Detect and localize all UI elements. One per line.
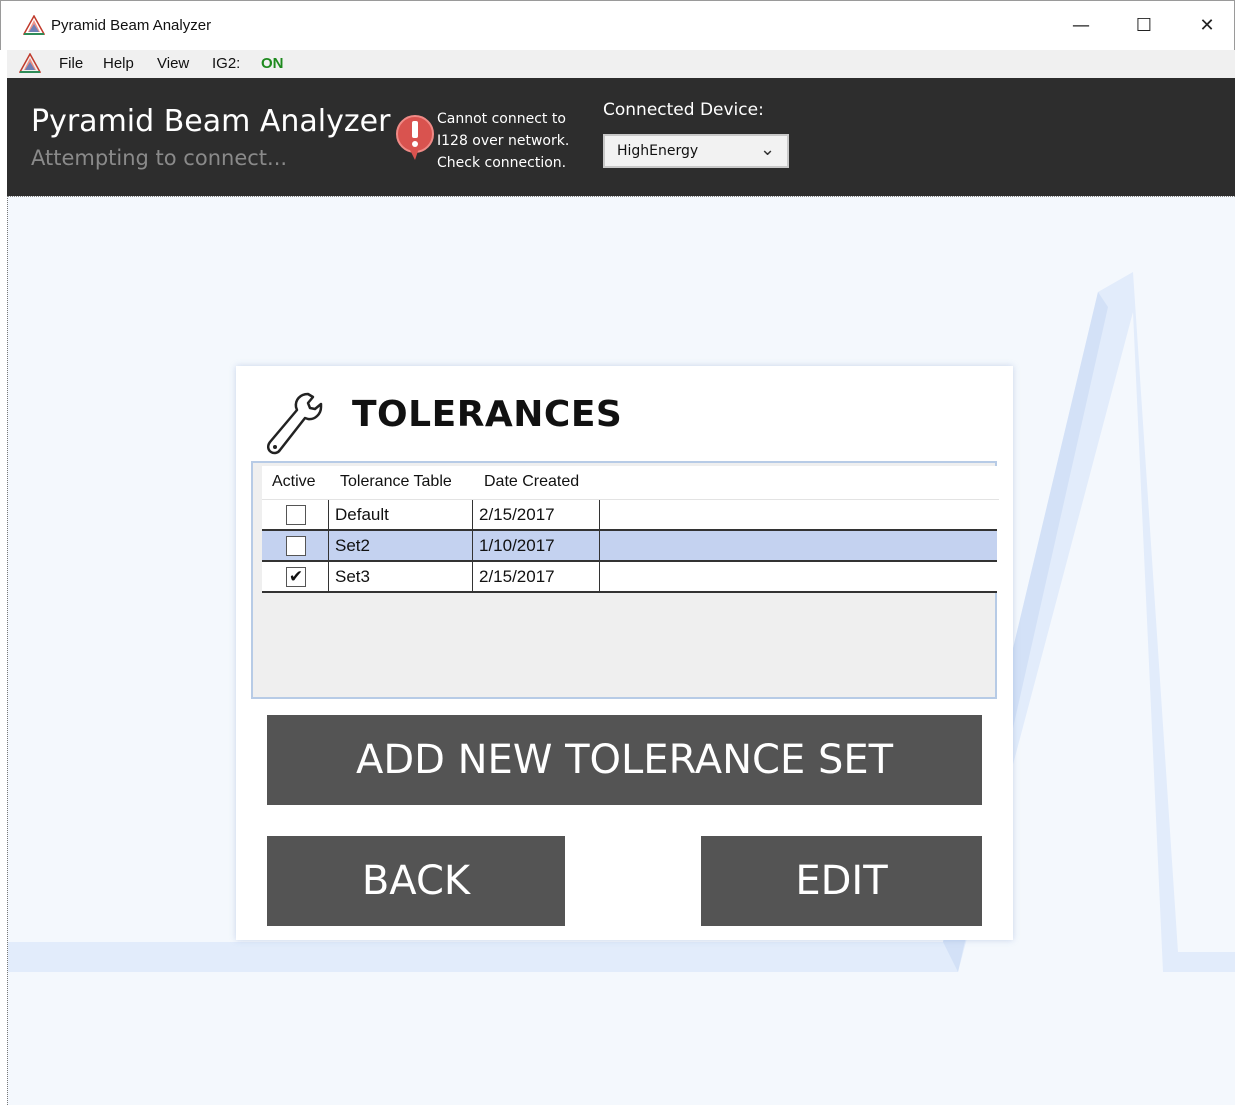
column-header-tolerance-table[interactable]: Tolerance Table [340,473,452,491]
active-checkbox[interactable]: ✔ [286,567,306,587]
ig2-status: ON [261,55,284,72]
connected-device-dropdown[interactable]: HighEnergy ⌄ [603,134,789,168]
menu-bar: File Help View IG2: ON [7,50,1235,78]
tolerances-panel: TOLERANCES Active Tolerance Table Date C… [236,366,1013,940]
table-row[interactable]: Set2 1/10/2017 [262,531,997,562]
main-content: TOLERANCES Active Tolerance Table Date C… [7,196,1235,1105]
network-warning: Cannot connect to I128 over network. Che… [437,108,569,174]
pyramid-logo-icon[interactable] [19,53,41,73]
menu-ig2[interactable]: IG2: [212,55,240,72]
column-header-active[interactable]: Active [272,473,316,491]
cell-active [262,531,329,560]
menu-view[interactable]: View [157,55,189,72]
close-button[interactable]: ✕ [1192,11,1222,41]
back-button[interactable]: BACK [267,836,565,926]
menu-help[interactable]: Help [103,55,134,72]
cell-date-created: 2/15/2017 [473,562,600,591]
cell-date-created: 2/15/2017 [473,500,600,529]
cell-tolerance-table: Set2 [329,531,473,560]
cell-date-created: 1/10/2017 [473,531,600,560]
cell-tolerance-table: Default [329,500,473,529]
active-checkbox[interactable] [286,505,306,525]
edit-button[interactable]: EDIT [701,836,982,926]
tolerance-table: Active Tolerance Table Date Created Defa… [251,461,999,699]
chevron-down-icon: ⌄ [760,139,776,160]
warning-line-2: I128 over network. [437,133,570,149]
cell-tolerance-table: Set3 [329,562,473,591]
connected-device-label: Connected Device: [603,100,764,120]
wrench-icon [266,392,323,455]
add-new-tolerance-set-button[interactable]: ADD NEW TOLERANCE SET [267,715,982,805]
minimize-button[interactable]: — [1066,11,1096,41]
table-header: Active Tolerance Table Date Created [262,466,999,500]
device-value: HighEnergy [617,143,699,159]
cell-active [262,500,329,529]
active-checkbox[interactable] [286,536,306,556]
app-name: Pyramid Beam Analyzer [31,104,391,139]
app-header: Pyramid Beam Analyzer Attempting to conn… [7,78,1235,196]
panel-title: TOLERANCES [352,394,623,435]
window-titlebar: Pyramid Beam Analyzer — ☐ ✕ [0,0,1235,50]
connection-status: Attempting to connect... [31,146,288,170]
pyramid-logo-icon [23,15,45,35]
window-title: Pyramid Beam Analyzer [51,17,212,34]
warning-line-1: Cannot connect to [437,111,566,127]
warning-line-3: Check connection. [437,155,567,171]
table-row[interactable]: Default 2/15/2017 [262,500,997,531]
menu-file[interactable]: File [59,55,83,72]
cell-active: ✔ [262,562,329,591]
maximize-button[interactable]: ☐ [1129,11,1159,41]
exclamation-warning-icon [396,115,434,160]
checkmark-icon: ✔ [288,567,304,586]
column-header-date-created[interactable]: Date Created [484,473,579,491]
table-row[interactable]: ✔ Set3 2/15/2017 [262,562,997,593]
